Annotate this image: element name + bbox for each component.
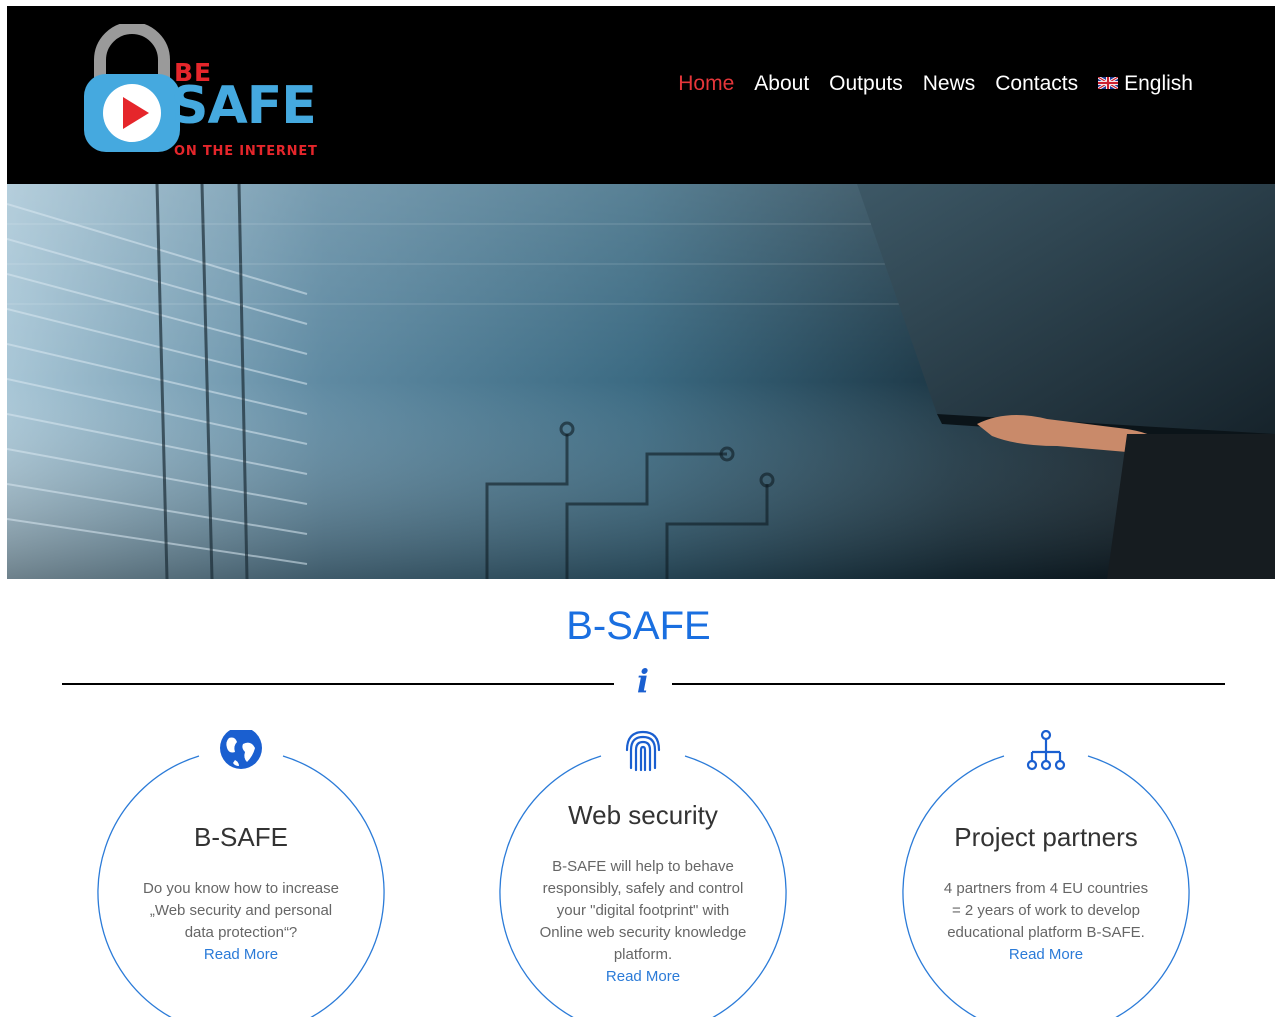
card-text-line: Do you know how to increase [143, 880, 339, 897]
nav-contacts[interactable]: Contacts [995, 72, 1078, 96]
read-more-link[interactable]: Read More [533, 966, 753, 988]
card-title: Project partners [954, 822, 1138, 852]
hero-image [7, 184, 1275, 579]
uk-flag-icon [1098, 77, 1119, 89]
card-text-line: B-SAFE will help to behave [552, 858, 734, 875]
card-description: 4 partners from 4 EU countries = 2 years… [936, 878, 1156, 966]
read-more-link[interactable]: Read More [936, 944, 1156, 966]
nav-about[interactable]: About [754, 72, 809, 96]
site-logo[interactable]: BE SAFE ON THE INTERNET [82, 24, 332, 159]
language-label: English [1124, 72, 1193, 95]
card-project-partners: Project partners 4 partners from 4 EU co… [896, 730, 1196, 1017]
card-text-line: „Web security and personal [149, 902, 333, 919]
card-text-line: your "digital footprint" with [556, 902, 730, 919]
padlock-play-icon [84, 24, 180, 152]
section-title: B-SAFE [566, 604, 711, 648]
card-text-line: 4 partners from 4 EU countries [943, 880, 1149, 897]
card-description: Do you know how to increase „Web securit… [131, 878, 351, 966]
card-bsafe: B-SAFE Do you know how to increase „Web … [91, 730, 391, 1017]
card-text-line: = 2 years of work to develop [951, 902, 1141, 919]
nav-language[interactable]: English [1098, 72, 1193, 96]
divider-right [672, 683, 1225, 685]
main-nav: Home About Outputs News Contacts English [658, 72, 1193, 96]
card-text-line: platform. [613, 946, 673, 963]
info-icon: i [636, 662, 650, 700]
card-description: B-SAFE will help to behave responsibly, … [533, 856, 753, 988]
card-text-line: educational platform B-SAFE. [947, 924, 1145, 941]
logo-safe-text: SAFE [171, 76, 317, 136]
hero-banner [7, 184, 1275, 579]
nav-news[interactable]: News [923, 72, 976, 96]
network-icon [1026, 730, 1066, 771]
divider-left [62, 683, 614, 685]
card-text-line: data protection“? [184, 924, 298, 941]
logo-tagline: ON THE INTERNET [174, 144, 318, 159]
nav-home[interactable]: Home [678, 72, 734, 96]
nav-outputs[interactable]: Outputs [829, 72, 903, 96]
card-text-line: responsibly, safely and control [542, 880, 744, 897]
globe-icon [220, 730, 262, 769]
card-title: Web security [568, 800, 718, 830]
card-web-security: Web security B-SAFE will help to behave … [493, 730, 793, 1017]
card-title: B-SAFE [194, 822, 288, 852]
card-text-line: Online web security knowledge [539, 924, 747, 941]
read-more-link[interactable]: Read More [131, 944, 351, 966]
site-header: BE SAFE ON THE INTERNET Home About Outpu… [7, 6, 1275, 184]
fingerprint-icon [625, 730, 661, 772]
